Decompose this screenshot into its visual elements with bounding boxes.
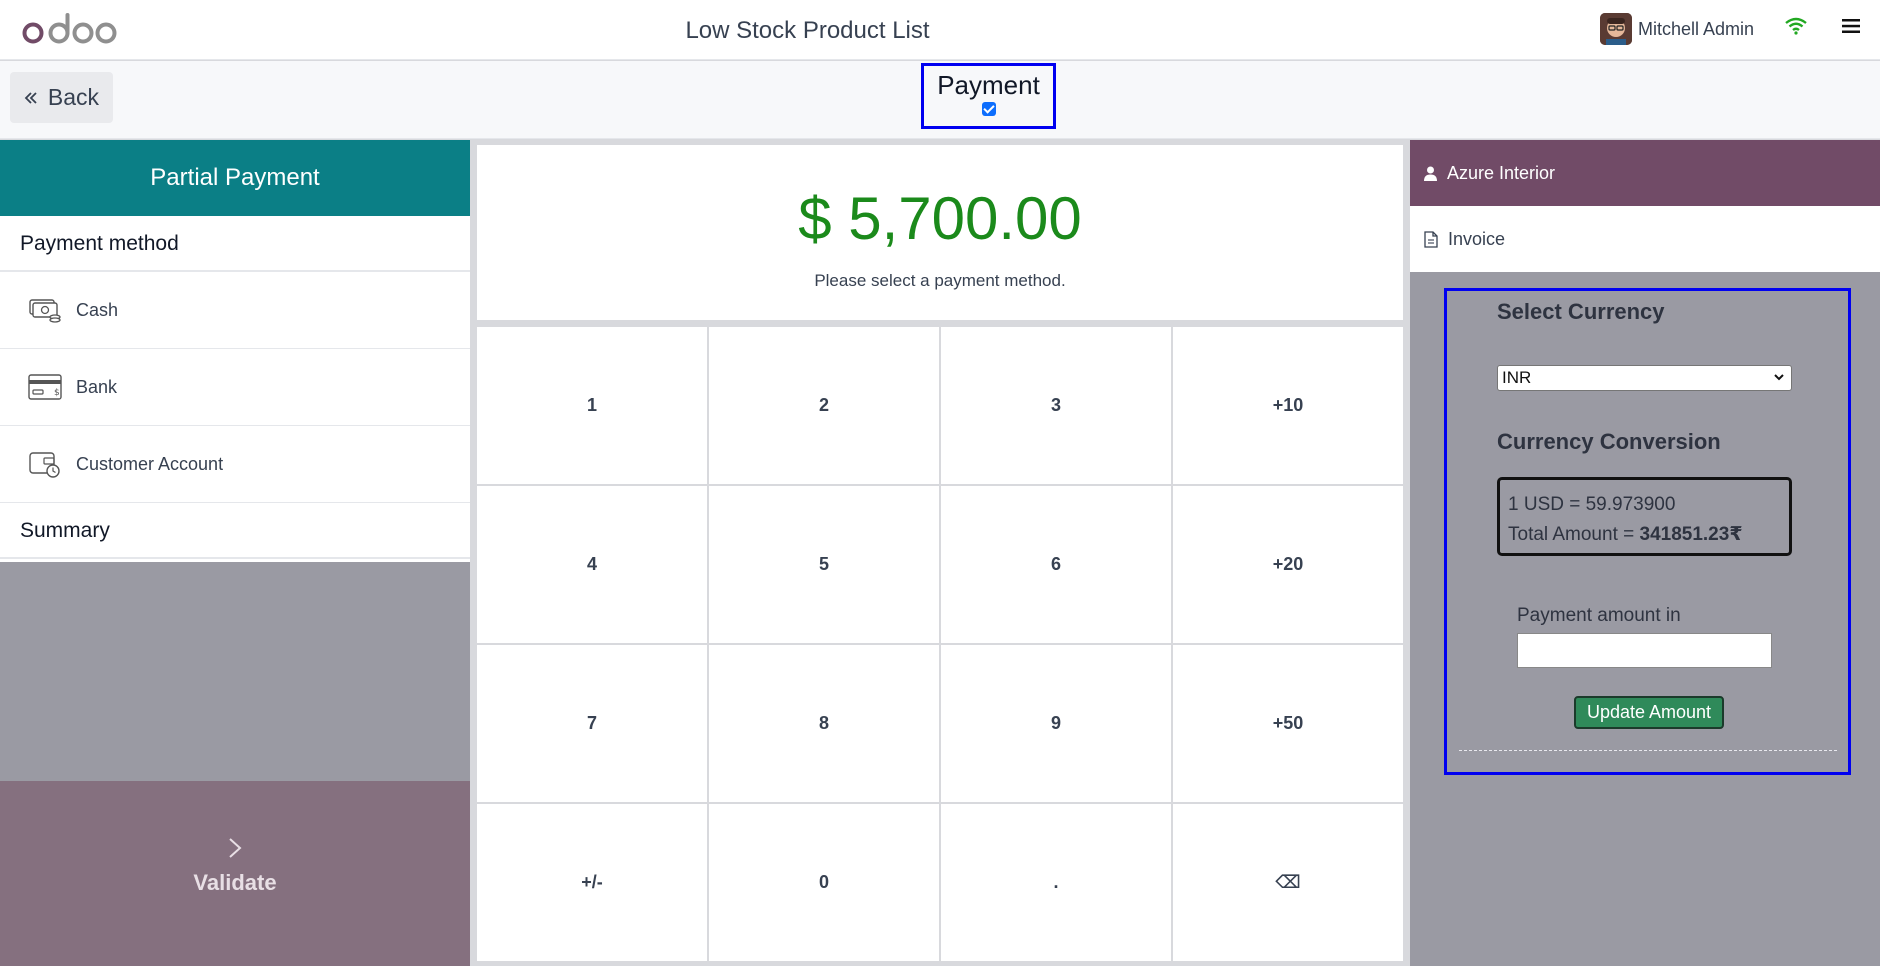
payment-methods-panel: Partial Payment Payment method Cash $ Ba… [0,140,470,966]
numpad-key-5[interactable]: 5 [709,486,939,643]
currency-select[interactable]: INR [1497,365,1792,391]
avatar [1600,13,1632,45]
numpad-key-plus50[interactable]: +50 [1173,645,1403,802]
control-bar: Back Payment [0,61,1880,139]
bank-card-icon: $ [28,374,62,400]
payment-method-label: Cash [76,299,119,320]
wifi-icon [1785,17,1807,35]
currency-conversion-title: Currency Conversion [1497,429,1721,454]
currency-conversion-box: Select Currency INR Currency Conversion … [1444,288,1851,775]
numpad-key-9[interactable]: 9 [941,645,1171,802]
conversion-result: 1 USD = 59.973900 Total Amount = 341851.… [1497,477,1792,556]
payment-method-cash[interactable]: Cash [0,272,470,349]
payment-toggle-box: Payment [921,63,1056,129]
payment-checkbox[interactable] [981,102,996,116]
customer-panel: Azure Interior Invoice Select Currency I… [1410,140,1880,966]
top-navbar: Low Stock Product List Mitchell Admin [0,0,1880,60]
converted-total: Total Amount = 341851.23₹ [1508,520,1781,550]
numpad-key-0[interactable]: 0 [709,804,939,961]
update-amount-button[interactable]: Update Amount [1574,696,1724,729]
customer-button[interactable]: Azure Interior [1410,140,1880,206]
numpad-key-3[interactable]: 3 [941,327,1171,484]
numpad-key-2[interactable]: 2 [709,327,939,484]
partial-payment-header: Partial Payment [0,140,470,216]
numpad: 1 2 3 +10 4 5 6 +20 7 8 9 +50 +/- 0 . ⌫ [477,327,1403,961]
back-button[interactable]: Back [10,72,113,123]
divider [1459,750,1837,751]
exchange-rate: 1 USD = 59.973900 [1508,494,1676,515]
payment-amount-input[interactable] [1517,633,1772,668]
payment-method-title: Payment method [0,216,470,272]
payment-method-customer-account[interactable]: Customer Account [0,426,470,503]
numpad-key-plus10[interactable]: +10 [1173,327,1403,484]
payment-hint: Please select a payment method. [814,271,1066,290]
page-title: Low Stock Product List [685,17,930,44]
invoice-label: Invoice [1448,228,1506,249]
numpad-key-plus20[interactable]: +20 [1173,486,1403,643]
payment-label: Payment [937,70,1040,100]
file-icon [1424,230,1438,248]
numpad-key-backspace[interactable]: ⌫ [1173,804,1403,961]
payment-method-bank[interactable]: $ Bank [0,349,470,426]
numpad-key-plus-minus[interactable]: +/- [477,804,707,961]
customer-account-icon [29,452,60,478]
svg-text:$: $ [54,388,60,398]
double-chevron-left-icon [24,91,37,104]
numpad-key-7[interactable]: 7 [477,645,707,802]
payment-amount-label: Payment amount in [1517,605,1681,626]
summary-title: Summary [0,503,470,559]
invoice-toggle[interactable]: Invoice [1410,206,1880,272]
numpad-key-decimal[interactable]: . [941,804,1171,961]
total-prefix: Total Amount = [1508,524,1640,545]
payment-method-label: Bank [76,376,118,397]
back-label: Back [47,84,100,110]
user-menu[interactable]: Mitchell Admin [1600,13,1754,45]
validate-button[interactable]: Validate [0,781,470,966]
numpad-key-1[interactable]: 1 [477,327,707,484]
chevron-right-icon [229,838,242,858]
validate-label: Validate [193,870,277,895]
numpad-key-6[interactable]: 6 [941,486,1171,643]
amount-panel: $ 5,700.00 Please select a payment metho… [477,145,1403,320]
due-amount: $ 5,700.00 [798,185,1082,252]
payment-method-label: Customer Account [76,453,224,474]
total-value: 341851.23₹ [1639,524,1743,545]
hamburger-menu-icon[interactable] [1842,18,1860,34]
select-currency-title: Select Currency [1497,299,1665,324]
numpad-key-8[interactable]: 8 [709,645,939,802]
chevron-down-icon [1774,374,1784,381]
currency-select-value: INR [1502,368,1532,387]
cash-icon [29,299,61,323]
customer-name: Azure Interior [1447,162,1556,183]
summary-area [0,562,470,781]
user-name: Mitchell Admin [1638,18,1755,39]
user-icon [1424,166,1437,181]
numpad-key-4[interactable]: 4 [477,486,707,643]
